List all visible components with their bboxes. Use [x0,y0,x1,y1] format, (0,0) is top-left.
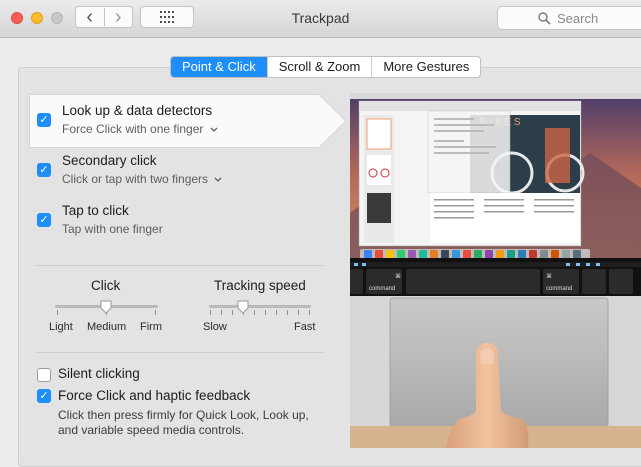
tab-scroll-zoom[interactable]: Scroll & Zoom [266,57,372,77]
minimize-window-button[interactable] [31,12,43,24]
checkmark-icon: ✓ [39,114,49,126]
zoom-window-button[interactable] [51,12,63,24]
secondary-click-gesture-dropdown[interactable]: Click or tap with two fingers [62,172,222,186]
force-click-description-line2: and variable speed media controls. [58,423,245,437]
svg-text:⌘: ⌘ [546,273,552,280]
click-medium-label: Medium [87,321,127,333]
search-icon [538,12,551,25]
close-window-button[interactable] [11,12,23,24]
secondary-click-gesture-value: Click or tap with two fingers [62,172,209,186]
gesture-preview-image: B I K E S [350,93,641,448]
tab-bar: Point & Click Scroll & Zoom More Gesture… [170,56,482,78]
chevron-right-icon: › [114,6,122,28]
chevron-down-icon [210,127,218,132]
tracking-speed-title: Tracking speed [214,278,306,293]
divider [36,265,323,266]
click-slider-title: Click [91,278,121,293]
back-forward-control: ‹ › [75,6,133,28]
tracking-slow-label: Slow [203,321,227,333]
click-firm-label: Firm [140,321,162,333]
svg-text:command: command [546,286,572,292]
search-field[interactable]: Search [497,6,641,30]
divider [36,352,323,353]
tracking-fast-label: Fast [294,321,316,333]
tracking-speed-knob[interactable] [237,300,249,314]
tab-point-click[interactable]: Point & Click [171,57,267,77]
force-click-checkbox[interactable]: ✓ [37,389,51,403]
chevron-left-icon: ‹ [86,6,94,28]
click-slider[interactable] [55,298,158,318]
silent-clicking-label: Silent clicking [58,366,140,381]
force-click-description-line1: Click then press firmly for Quick Look, … [58,408,309,422]
tap-to-click-checkbox[interactable]: ✓ [37,213,51,227]
checkmark-icon: ✓ [39,390,49,402]
tap-to-click-label: Tap to click [62,203,129,218]
checkmark-icon: ✓ [39,164,49,176]
search-placeholder: Search [557,11,599,26]
look-up-checkbox[interactable]: ✓ [37,113,51,127]
secondary-click-checkbox[interactable]: ✓ [37,163,51,177]
grid-icon [160,11,174,23]
svg-text:command: command [369,286,395,292]
forward-button[interactable]: › [105,6,133,28]
click-slider-knob[interactable] [100,300,112,314]
tracking-speed-slider[interactable] [209,298,311,318]
chevron-down-icon [214,177,222,182]
look-up-gesture-dropdown[interactable]: Force Click with one finger [62,122,218,136]
title-bar: ‹ › Trackpad Search [0,0,641,38]
look-up-gesture-value: Force Click with one finger [62,122,204,136]
trackpad-illustration: B I K E S [350,93,641,448]
click-light-label: Light [49,321,73,333]
back-button[interactable]: ‹ [76,6,105,28]
show-all-button[interactable] [140,6,194,28]
silent-clicking-checkbox[interactable] [37,368,51,382]
force-click-label: Force Click and haptic feedback [58,388,251,403]
tap-to-click-sublabel: Tap with one finger [62,222,163,236]
svg-text:⌘: ⌘ [395,273,401,280]
look-up-label: Look up & data detectors [62,103,213,118]
secondary-click-label: Secondary click [62,153,157,168]
tab-more-gestures[interactable]: More Gestures [371,57,480,77]
checkmark-icon: ✓ [39,214,49,226]
